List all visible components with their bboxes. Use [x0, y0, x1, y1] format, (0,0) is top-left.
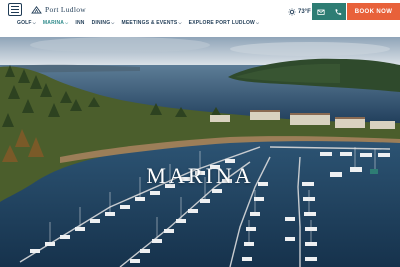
nav-dining[interactable]: DINING ⌵ — [92, 20, 115, 26]
chevron-down-icon: ⌵ — [111, 20, 115, 25]
hero-section: MARINA — [0, 37, 400, 267]
nav-label: GOLF — [17, 20, 32, 26]
nav-inn[interactable]: INN — [75, 20, 84, 26]
site-logo[interactable]: Port Ludlow — [31, 3, 86, 15]
chevron-down-icon: ⌵ — [65, 20, 69, 25]
nav-meetings-events[interactable]: MEETINGS & EVENTS ⌵ — [122, 20, 182, 26]
hero-title: MARINA — [146, 163, 254, 188]
nav-golf[interactable]: GOLF ⌵ — [17, 20, 36, 26]
phone-button[interactable] — [329, 3, 346, 20]
chevron-down-icon: ⌵ — [178, 20, 182, 25]
book-now-button[interactable]: BOOK NOW — [347, 3, 400, 20]
nav-explore[interactable]: EXPLORE PORT LUDLOW ⌵ — [189, 20, 260, 26]
lighthouse-logo-icon — [31, 5, 42, 14]
marina-aerial-photo — [0, 37, 400, 267]
nav-label: MEETINGS & EVENTS — [121, 20, 178, 26]
nav-label: MARINA — [42, 20, 65, 26]
hamburger-menu-icon[interactable] — [8, 3, 22, 16]
nav-label: INN — [75, 20, 85, 26]
chevron-down-icon: ⌵ — [32, 20, 36, 25]
nav-label: DINING — [91, 20, 111, 26]
chevron-down-icon: ⌵ — [255, 20, 260, 25]
logo-text: Port Ludlow — [45, 4, 87, 14]
site-header: Port Ludlow GOLF ⌵ MARINA ⌵ INN DINING ⌵… — [0, 0, 400, 37]
weather-widget: 73°F — [288, 8, 311, 16]
main-nav: GOLF ⌵ MARINA ⌵ INN DINING ⌵ MEETINGS & … — [17, 19, 266, 27]
envelope-icon — [316, 9, 325, 15]
temperature: 73°F — [298, 9, 311, 15]
nav-marina[interactable]: MARINA ⌵ — [43, 20, 68, 26]
nav-label: EXPLORE PORT LUDLOW — [188, 20, 255, 26]
email-button[interactable] — [312, 3, 329, 20]
sun-icon — [288, 8, 296, 16]
phone-icon — [335, 8, 341, 15]
